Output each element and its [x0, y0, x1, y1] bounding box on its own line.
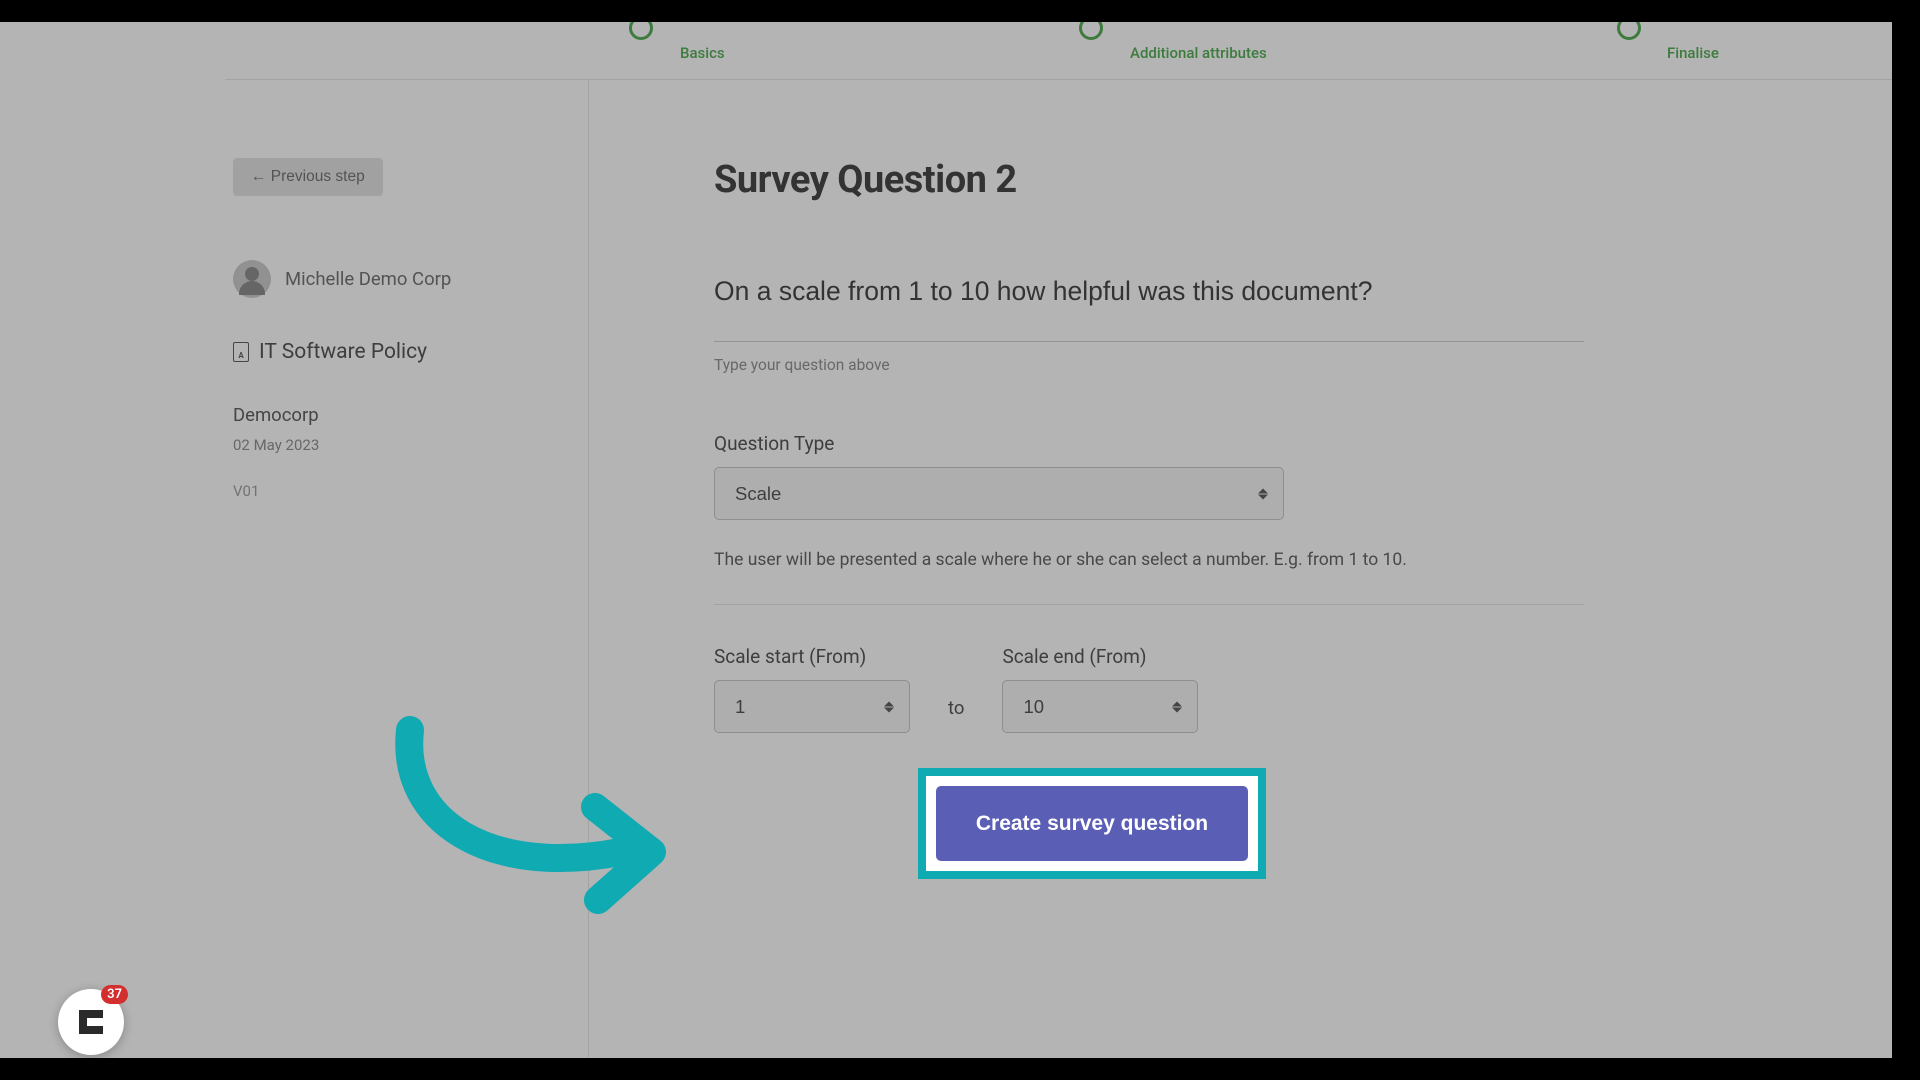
document-row[interactable]: IT Software Policy [233, 340, 558, 364]
document-title: IT Software Policy [259, 340, 427, 364]
scale-row: Scale start (From) 1 to Scale end (From)… [714, 645, 1607, 733]
scale-start-select[interactable]: 1 [714, 680, 910, 733]
help-widget-button[interactable]: 37 [58, 989, 124, 1055]
org-date: 02 May 2023 [233, 436, 558, 454]
scale-end-label: Scale end (From) [1002, 645, 1198, 668]
page-title: Survey Question 2 [714, 158, 1607, 202]
divider [714, 604, 1584, 605]
content-row: ← Previous step Michelle Demo Corp IT So… [225, 80, 1667, 1058]
wizard-stepper: Basics Additional attributes Finalise [225, 22, 1892, 80]
org-name: Democorp [233, 404, 558, 426]
question-type-description: The user will be presented a scale where… [714, 550, 1607, 570]
avatar-icon [233, 260, 271, 298]
scale-to-word: to [948, 697, 964, 733]
notification-badge: 37 [101, 985, 128, 1004]
scale-end-col: Scale end (From) 10 [1002, 645, 1198, 733]
pdf-icon [233, 342, 249, 362]
previous-step-button[interactable]: ← Previous step [233, 158, 383, 196]
app-shell: Basics Additional attributes Finalise ← … [0, 22, 1892, 1058]
scale-start-col: Scale start (From) 1 [714, 645, 910, 733]
tutorial-highlight-frame: Create survey question [918, 768, 1266, 879]
step-1-label[interactable]: Basics [680, 44, 725, 62]
letterbox-right [1892, 0, 1920, 1080]
scale-start-label: Scale start (From) [714, 645, 910, 668]
question-text-input[interactable] [714, 276, 1584, 342]
main-panel: Survey Question 2 Type your question abo… [589, 80, 1667, 1058]
letterbox-bottom [0, 1058, 1920, 1080]
question-type-select-wrap: Scale [714, 467, 1284, 520]
sidebar: ← Previous step Michelle Demo Corp IT So… [225, 80, 589, 1058]
question-type-label: Question Type [714, 432, 1607, 455]
step-3-label[interactable]: Finalise [1667, 44, 1719, 62]
create-survey-question-button[interactable]: Create survey question [936, 786, 1248, 861]
org-version: V01 [233, 482, 558, 500]
scale-end-select[interactable]: 10 [1002, 680, 1198, 733]
letterbox-top [0, 0, 1920, 22]
question-helper-text: Type your question above [714, 356, 1607, 374]
user-row: Michelle Demo Corp [233, 260, 558, 298]
user-name: Michelle Demo Corp [285, 268, 451, 290]
question-type-select[interactable]: Scale [714, 467, 1284, 520]
step-2-label[interactable]: Additional attributes [1130, 44, 1267, 62]
widget-logo-icon [73, 1004, 109, 1040]
